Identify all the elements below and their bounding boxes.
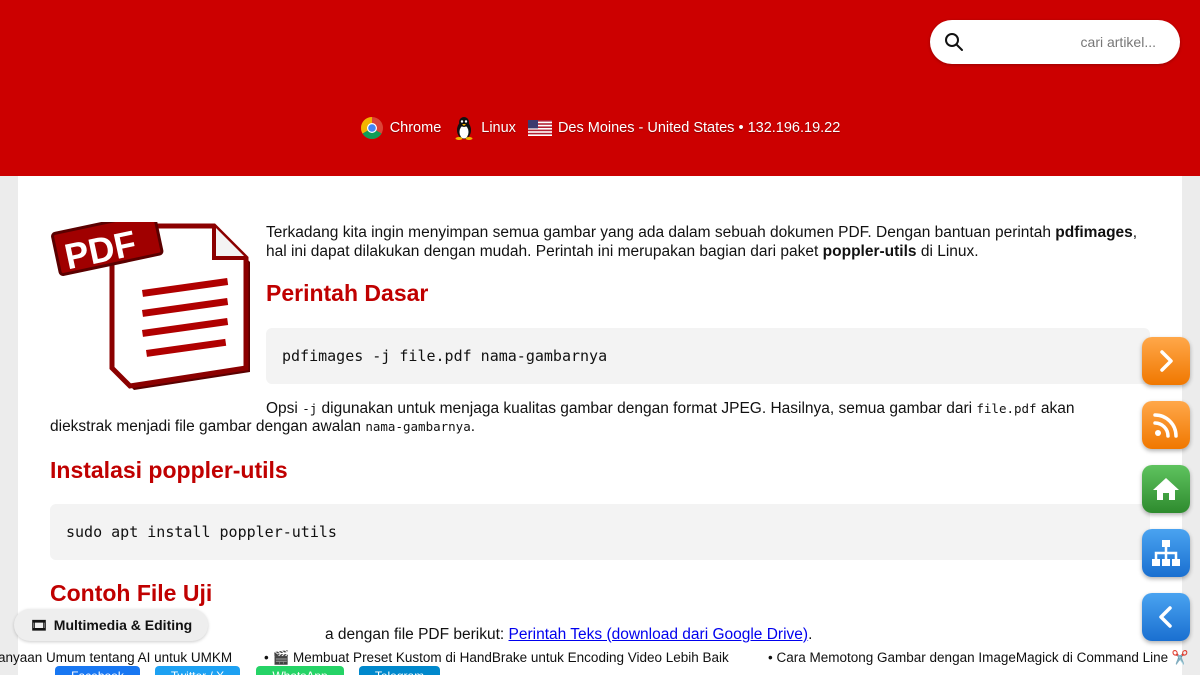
- us-flag-icon: [527, 120, 552, 136]
- heading-instalasi: Instalasi poppler-utils: [50, 457, 288, 483]
- inline-code-filename: file.pdf: [976, 401, 1037, 416]
- intro-bold-pdfimages: pdfimages: [1055, 224, 1133, 241]
- ticker-item[interactable]: • 🎬 Membuat Preset Kustom di HandBrake u…: [264, 650, 729, 666]
- linux-tux-icon: [455, 117, 473, 140]
- para2-text-2: digunakan untuk menjaga kualitas gambar …: [317, 400, 977, 417]
- os-info: Linux: [453, 116, 516, 140]
- heading-perintah-dasar: Perintah Dasar: [266, 280, 429, 306]
- intro-bold-poppler: poppler-utils: [822, 243, 917, 260]
- chevron-right-icon: [1160, 350, 1173, 372]
- search-box[interactable]: [930, 20, 1180, 64]
- location-info: Des Moines - United States • 132.196.19.…: [527, 120, 841, 136]
- para2-line-1: Opsi -j digunakan untuk menjaga kualitas…: [50, 400, 1150, 418]
- share-twitter-button[interactable]: Twitter / X: [155, 666, 240, 675]
- code-block-pdfimages[interactable]: pdfimages -j file.pdf nama-gambarnya: [266, 328, 1150, 384]
- sitemap-icon: [1152, 540, 1180, 566]
- next-article-button[interactable]: [1142, 337, 1190, 385]
- home-button[interactable]: [1142, 465, 1190, 513]
- option-explanation-paragraph: Opsi -j digunakan untuk menjaga kualitas…: [50, 400, 1150, 436]
- os-label: Linux: [481, 120, 516, 136]
- intro-paragraph: Terkadang kita ingin menyimpan semua gam…: [266, 223, 1156, 261]
- rss-feed-button[interactable]: [1142, 401, 1190, 449]
- inline-code-option: -j: [302, 401, 318, 416]
- article-content: PDF Terkadang kita ingin menyimpan semua…: [18, 176, 1182, 675]
- share-whatsapp-button[interactable]: WhatsApp: [256, 666, 344, 675]
- film-projector-icon: 🎞: [30, 616, 48, 633]
- inline-code-prefix: nama-gambarnya: [365, 419, 471, 434]
- site-header: Chrome Linux: [0, 0, 1200, 176]
- chrome-icon: [360, 117, 383, 139]
- share-telegram-button[interactable]: Telegram: [359, 666, 440, 675]
- pdf-document-icon: PDF: [51, 222, 250, 390]
- browser-label: Chrome: [389, 120, 442, 136]
- category-label: Multimedia & Editing: [53, 617, 193, 633]
- ticker-item[interactable]: anyaan Umum tentang AI untuk UMKM: [0, 650, 232, 665]
- para2-text-3: akan: [1036, 400, 1075, 417]
- intro-text-3: di Linux.: [916, 243, 979, 260]
- para2-text-5: .: [470, 418, 476, 435]
- home-icon: [1153, 478, 1179, 500]
- sitemap-button[interactable]: [1142, 529, 1190, 577]
- para3-end: .: [808, 626, 813, 643]
- code-block-install[interactable]: sudo apt install poppler-utils: [50, 504, 1150, 560]
- category-badge[interactable]: 🎞 Multimedia & Editing: [14, 609, 209, 641]
- previous-article-button[interactable]: [1142, 593, 1190, 641]
- para2-text-1: Opsi: [266, 400, 303, 417]
- ticker-item[interactable]: • Cara Memotong Gambar dengan ImageMagic…: [768, 650, 1189, 666]
- visitor-info-bar: Chrome Linux Des Moines - United States …: [0, 116, 1200, 140]
- sample-file-paragraph: a dengan file PDF berikut: Perintah Teks…: [50, 626, 1150, 644]
- location-label: Des Moines - United States • 132.196.19.…: [557, 120, 841, 136]
- download-link[interactable]: Perintah Teks (download dari Google Driv…: [509, 626, 809, 643]
- rss-icon: [1153, 413, 1178, 438]
- news-ticker[interactable]: anyaan Umum tentang AI untuk UMKM • 🎬 Me…: [0, 648, 1200, 668]
- para2-text-4: diekstrak menjadi file gambar dengan awa…: [50, 418, 366, 435]
- browser-info: Chrome: [360, 116, 442, 140]
- share-facebook-button[interactable]: Facebook: [55, 666, 140, 675]
- intro-text-1: Terkadang kita ingin menyimpan semua gam…: [266, 224, 1056, 241]
- chevron-left-icon: [1159, 606, 1172, 628]
- search-icon[interactable]: [944, 32, 964, 52]
- heading-contoh-file: Contoh File Uji: [50, 580, 213, 606]
- search-input[interactable]: [974, 28, 1170, 56]
